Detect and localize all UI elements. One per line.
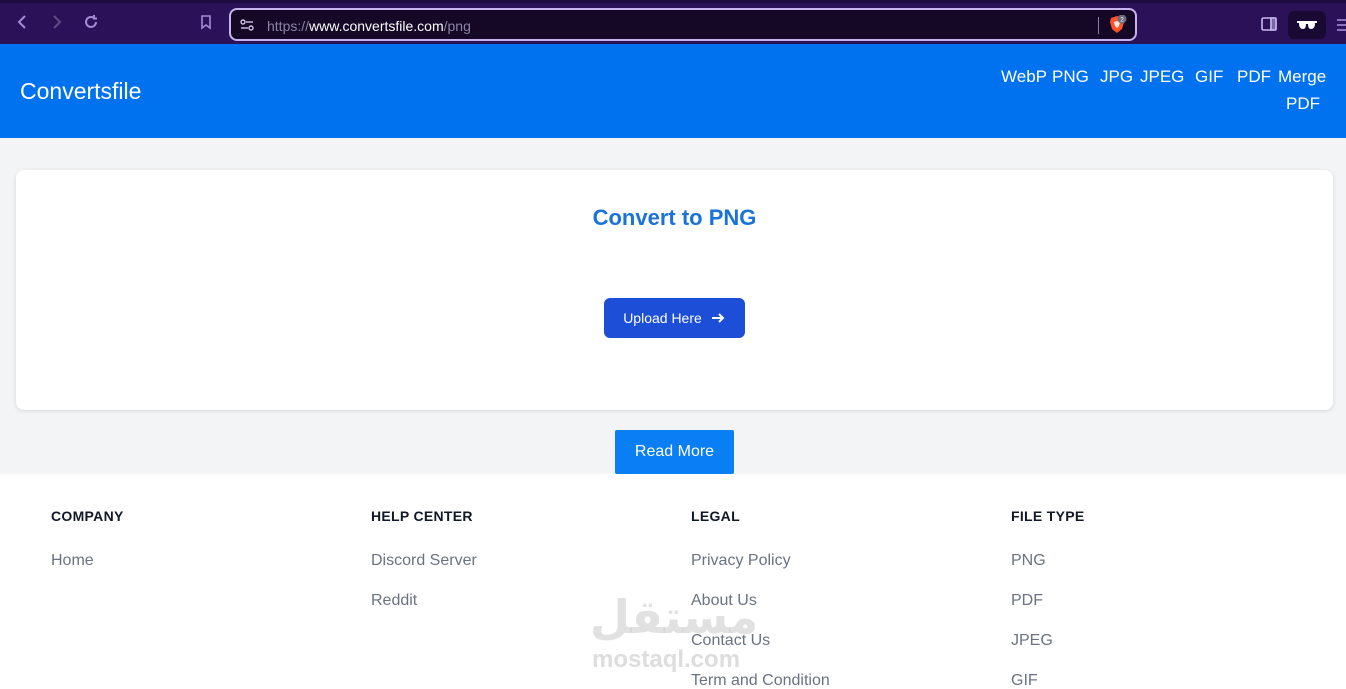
footer-column-file-type: FILE TYPE PNG PDF JPEG GIF <box>1011 508 1085 689</box>
nav-link-png[interactable]: PNG <box>1052 67 1089 87</box>
url-host: www.convertsfile.com <box>309 18 444 34</box>
brave-shields-icon[interactable]: 2 <box>1107 15 1127 35</box>
upload-button[interactable]: Upload Here <box>604 298 745 338</box>
footer-column-help-center: HELP CENTER Discord Server Reddit <box>371 508 477 631</box>
urlbar-divider <box>1098 17 1099 34</box>
nav-link-jpg[interactable]: JPG <box>1100 67 1133 87</box>
shield-count: 2 <box>1120 17 1124 24</box>
sidebar-toggle-icon[interactable] <box>1260 15 1278 33</box>
footer-link-terms[interactable]: Term and Condition <box>691 671 830 689</box>
footer-heading: COMPANY <box>51 508 124 524</box>
menu-icon[interactable] <box>1336 18 1346 32</box>
site-header: Convertsfile WebP PNG JPG JPEG GIF PDF M… <box>0 44 1346 138</box>
bookmark-icon[interactable] <box>195 11 217 33</box>
site-logo[interactable]: Convertsfile <box>20 78 141 105</box>
back-icon[interactable] <box>12 11 34 33</box>
footer-link-about-us[interactable]: About Us <box>691 591 830 631</box>
footer-heading: HELP CENTER <box>371 508 473 524</box>
glasses-icon <box>1297 21 1317 29</box>
nav-link-merge-pdf[interactable]: Merge <box>1278 67 1326 87</box>
footer-link-gif[interactable]: GIF <box>1011 671 1085 689</box>
browser-toolbar: https://www.convertsfile.com/png 2 <box>0 0 1346 44</box>
private-window-icon[interactable] <box>1288 11 1326 39</box>
page-title: Convert to PNG <box>592 205 757 230</box>
reload-icon[interactable] <box>80 11 102 33</box>
footer-link-reddit[interactable]: Reddit <box>371 591 477 631</box>
converter-card: Convert to PNG Upload Here <box>16 170 1333 410</box>
arrow-right-icon <box>711 313 725 323</box>
nav-link-gif[interactable]: GIF <box>1195 67 1223 87</box>
footer-link-png[interactable]: PNG <box>1011 551 1085 591</box>
url-path: /png <box>443 18 471 34</box>
footer-link-home[interactable]: Home <box>51 551 124 591</box>
footer-heading: LEGAL <box>691 508 740 524</box>
footer-link-jpeg[interactable]: JPEG <box>1011 631 1085 671</box>
nav-link-pdf[interactable]: PDF <box>1237 67 1271 87</box>
footer-column-company: COMPANY Home <box>51 508 124 591</box>
url-scheme: https:// <box>267 18 310 34</box>
footer-link-discord[interactable]: Discord Server <box>371 551 477 591</box>
footer-link-privacy-policy[interactable]: Privacy Policy <box>691 551 830 591</box>
nav-link-jpeg[interactable]: JPEG <box>1140 67 1184 87</box>
read-more-button[interactable]: Read More <box>615 430 734 474</box>
nav-link-webp[interactable]: WebP <box>1001 67 1047 87</box>
upload-button-label: Upload Here <box>623 310 702 326</box>
site-footer: COMPANY Home HELP CENTER Discord Server … <box>0 474 1346 689</box>
address-bar[interactable]: https://www.convertsfile.com/png 2 <box>229 8 1137 41</box>
forward-icon[interactable] <box>45 11 67 33</box>
footer-link-pdf[interactable]: PDF <box>1011 591 1085 631</box>
url-text[interactable]: https://www.convertsfile.com/png <box>267 18 471 34</box>
footer-link-contact-us[interactable]: Contact Us <box>691 631 830 671</box>
footer-column-legal: LEGAL Privacy Policy About Us Contact Us… <box>691 508 830 689</box>
site-info-icon[interactable] <box>239 17 255 33</box>
footer-heading: FILE TYPE <box>1011 508 1085 524</box>
main-content: Convert to PNG Upload Here Read More <box>0 138 1346 474</box>
nav-link-merge-pdf-line2[interactable]: PDF <box>1286 94 1320 114</box>
